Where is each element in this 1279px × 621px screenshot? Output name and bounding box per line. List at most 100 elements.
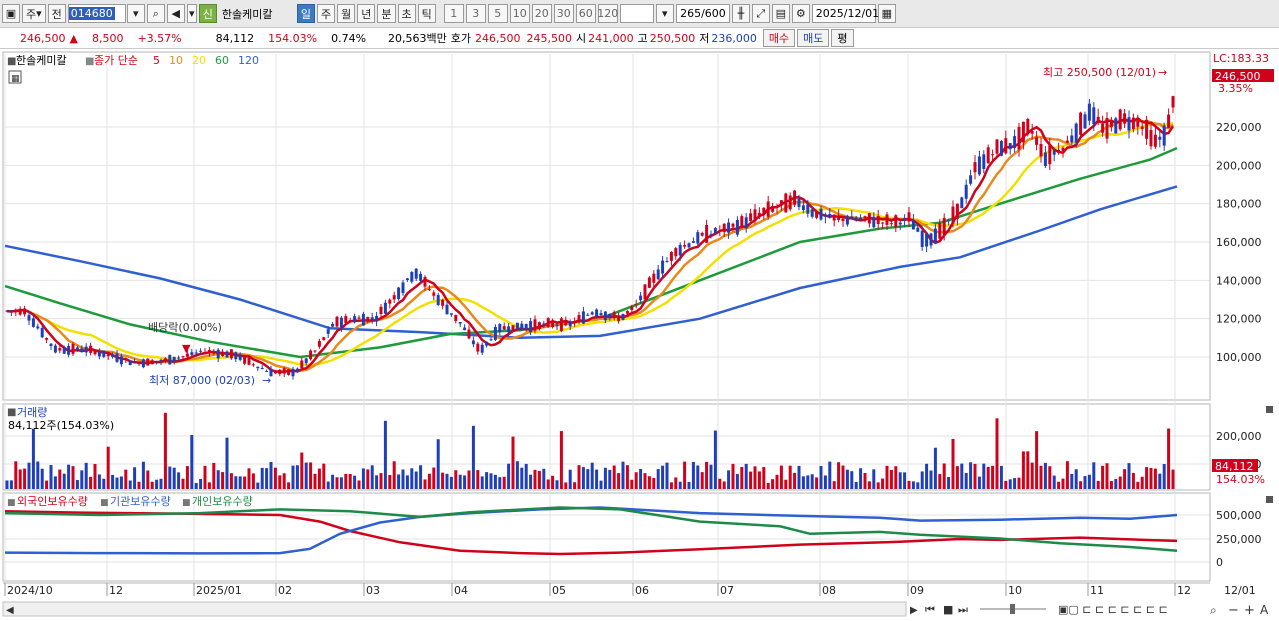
period-tab-5[interactable]: 초 <box>397 4 416 23</box>
volume-bar <box>907 480 911 489</box>
zoom-out-icon[interactable]: − <box>1228 603 1239 618</box>
market-select[interactable]: 주 ▾ <box>22 4 46 23</box>
scroll-left-icon[interactable]: ◀ <box>6 605 14 616</box>
candle-body <box>339 317 343 328</box>
candle-body <box>665 261 669 263</box>
x-axis-label: 12 <box>109 584 123 597</box>
zoom-in-icon[interactable]: + <box>1244 603 1255 618</box>
candle-body <box>106 354 110 357</box>
candle-body <box>1158 136 1162 140</box>
volume-bar <box>652 477 656 489</box>
volume-bar <box>265 468 269 489</box>
gear-icon[interactable]: ⚙ <box>791 4 810 23</box>
forward-icon[interactable]: ⏭ <box>958 603 968 616</box>
volume-panel-icon[interactable]: ■ <box>7 407 16 418</box>
volume-bar <box>84 462 88 489</box>
interval-button-3[interactable]: 3 <box>465 4 486 23</box>
candle-type-icon[interactable]: ╫ <box>731 4 750 23</box>
price-y-tick: 140,000 <box>1216 274 1262 287</box>
stock-chart[interactable]: 220,000 200,000 180,000 160,000 140,000 120,0… <box>0 50 1279 621</box>
new-badge[interactable]: 신 <box>198 4 217 23</box>
volume-bar <box>753 466 757 489</box>
period-tab-6[interactable]: 틱 <box>417 4 436 23</box>
period-tab-4[interactable]: 분 <box>377 4 396 23</box>
interval-button-120[interactable]: 120 <box>597 4 618 23</box>
candle-body <box>669 251 673 261</box>
x-axis-label: 03 <box>366 584 380 597</box>
candle-body <box>573 321 577 324</box>
candle-body <box>124 358 128 360</box>
code-dropdown-icon[interactable]: ▾ <box>126 4 145 23</box>
period-tab-0[interactable]: 일 <box>296 4 316 23</box>
candle-body <box>392 295 396 300</box>
period-tab-2[interactable]: 월 <box>337 4 356 23</box>
candle-body <box>247 357 251 365</box>
candle-body <box>344 316 348 323</box>
volume-bar <box>348 473 352 489</box>
zoom-slider-handle[interactable] <box>1010 604 1015 614</box>
volume-bar <box>1145 467 1149 489</box>
period-tab-1[interactable]: 주 <box>317 4 336 23</box>
layout-icon[interactable]: ▣ <box>2 4 20 23</box>
candle-body <box>903 217 907 221</box>
avg-button[interactable]: 평 <box>831 29 854 47</box>
date-input[interactable]: 2025/12/01 <box>811 4 879 23</box>
horizontal-scrollbar[interactable] <box>2 601 907 617</box>
volume-bar <box>423 479 427 489</box>
volume-bar <box>612 465 616 489</box>
speaker-dropdown-icon[interactable]: ▾ <box>186 4 197 23</box>
volume-bar <box>841 465 845 489</box>
volume-last-pct: 154.03% <box>1216 473 1265 486</box>
volume-bar <box>9 480 13 489</box>
code-input[interactable]: 014680 <box>67 4 126 23</box>
interval-dropdown-icon[interactable]: ▾ <box>655 4 674 23</box>
dividend-annotation: 배당락(0.00%) <box>148 321 222 334</box>
interval-button-60[interactable]: 60 <box>575 4 596 23</box>
interval-button-5[interactable]: 5 <box>487 4 508 23</box>
volume-panel-close-icon[interactable] <box>1266 406 1273 413</box>
draw-tool-icon[interactable]: ⤢ <box>751 4 770 23</box>
prev-button[interactable]: 전 <box>47 4 66 23</box>
candle-body <box>229 349 233 359</box>
interval-buttons: 1 3 5 10 20 30 60 120 <box>443 4 620 23</box>
zoom-search-icon[interactable]: ⌕ <box>1210 603 1217 617</box>
stop-icon[interactable]: ■ <box>943 603 953 616</box>
interval-button-30[interactable]: 30 <box>553 4 574 23</box>
candle-body <box>1057 149 1061 153</box>
font-size-icon[interactable]: A <box>1260 603 1269 617</box>
period-tab-3[interactable]: 년 <box>357 4 376 23</box>
calendar-icon[interactable]: ▦ <box>877 4 896 23</box>
speaker-icon[interactable]: ◀ <box>166 4 185 23</box>
volume-bar <box>762 466 766 489</box>
price-panel-title: 한솔케미칼 <box>16 54 67 67</box>
candle-body <box>678 244 682 256</box>
save-icon[interactable]: ▤ <box>771 4 790 23</box>
volume-bar <box>643 473 647 489</box>
chart-tools-icon[interactable]: ▣▢ ⊏ ⊏ ⊏ ⊏ ⊏ ⊏ ⊏ <box>1058 603 1168 616</box>
candle-body <box>819 208 823 220</box>
count-input[interactable]: 265/600 <box>675 4 730 23</box>
search-icon[interactable]: ⌕ <box>146 4 165 23</box>
volume-bar <box>1052 475 1056 489</box>
candle-body <box>53 345 57 353</box>
volume-bar <box>916 482 920 489</box>
buy-button[interactable]: 매수 <box>762 29 796 47</box>
volume-bar <box>137 481 141 489</box>
holdings-panel-close-icon[interactable] <box>1266 496 1273 503</box>
candle-body <box>36 326 40 329</box>
interval-custom-input[interactable] <box>619 4 654 23</box>
volume-bar <box>1162 464 1166 489</box>
volume-bar <box>203 465 207 489</box>
interval-button-10[interactable]: 10 <box>509 4 530 23</box>
volume-bar <box>793 472 797 489</box>
candle-body <box>181 356 185 358</box>
x-axis-label: 2025/01 <box>196 584 242 597</box>
candle-body <box>502 326 506 330</box>
scroll-right-icon[interactable]: ▶ <box>910 605 918 616</box>
candle-body <box>617 316 621 322</box>
volume-bar <box>243 476 247 489</box>
rewind-icon[interactable]: ⏮ <box>925 603 935 616</box>
interval-button-1[interactable]: 1 <box>443 4 464 23</box>
sell-button[interactable]: 매도 <box>797 29 830 47</box>
interval-button-20[interactable]: 20 <box>531 4 552 23</box>
